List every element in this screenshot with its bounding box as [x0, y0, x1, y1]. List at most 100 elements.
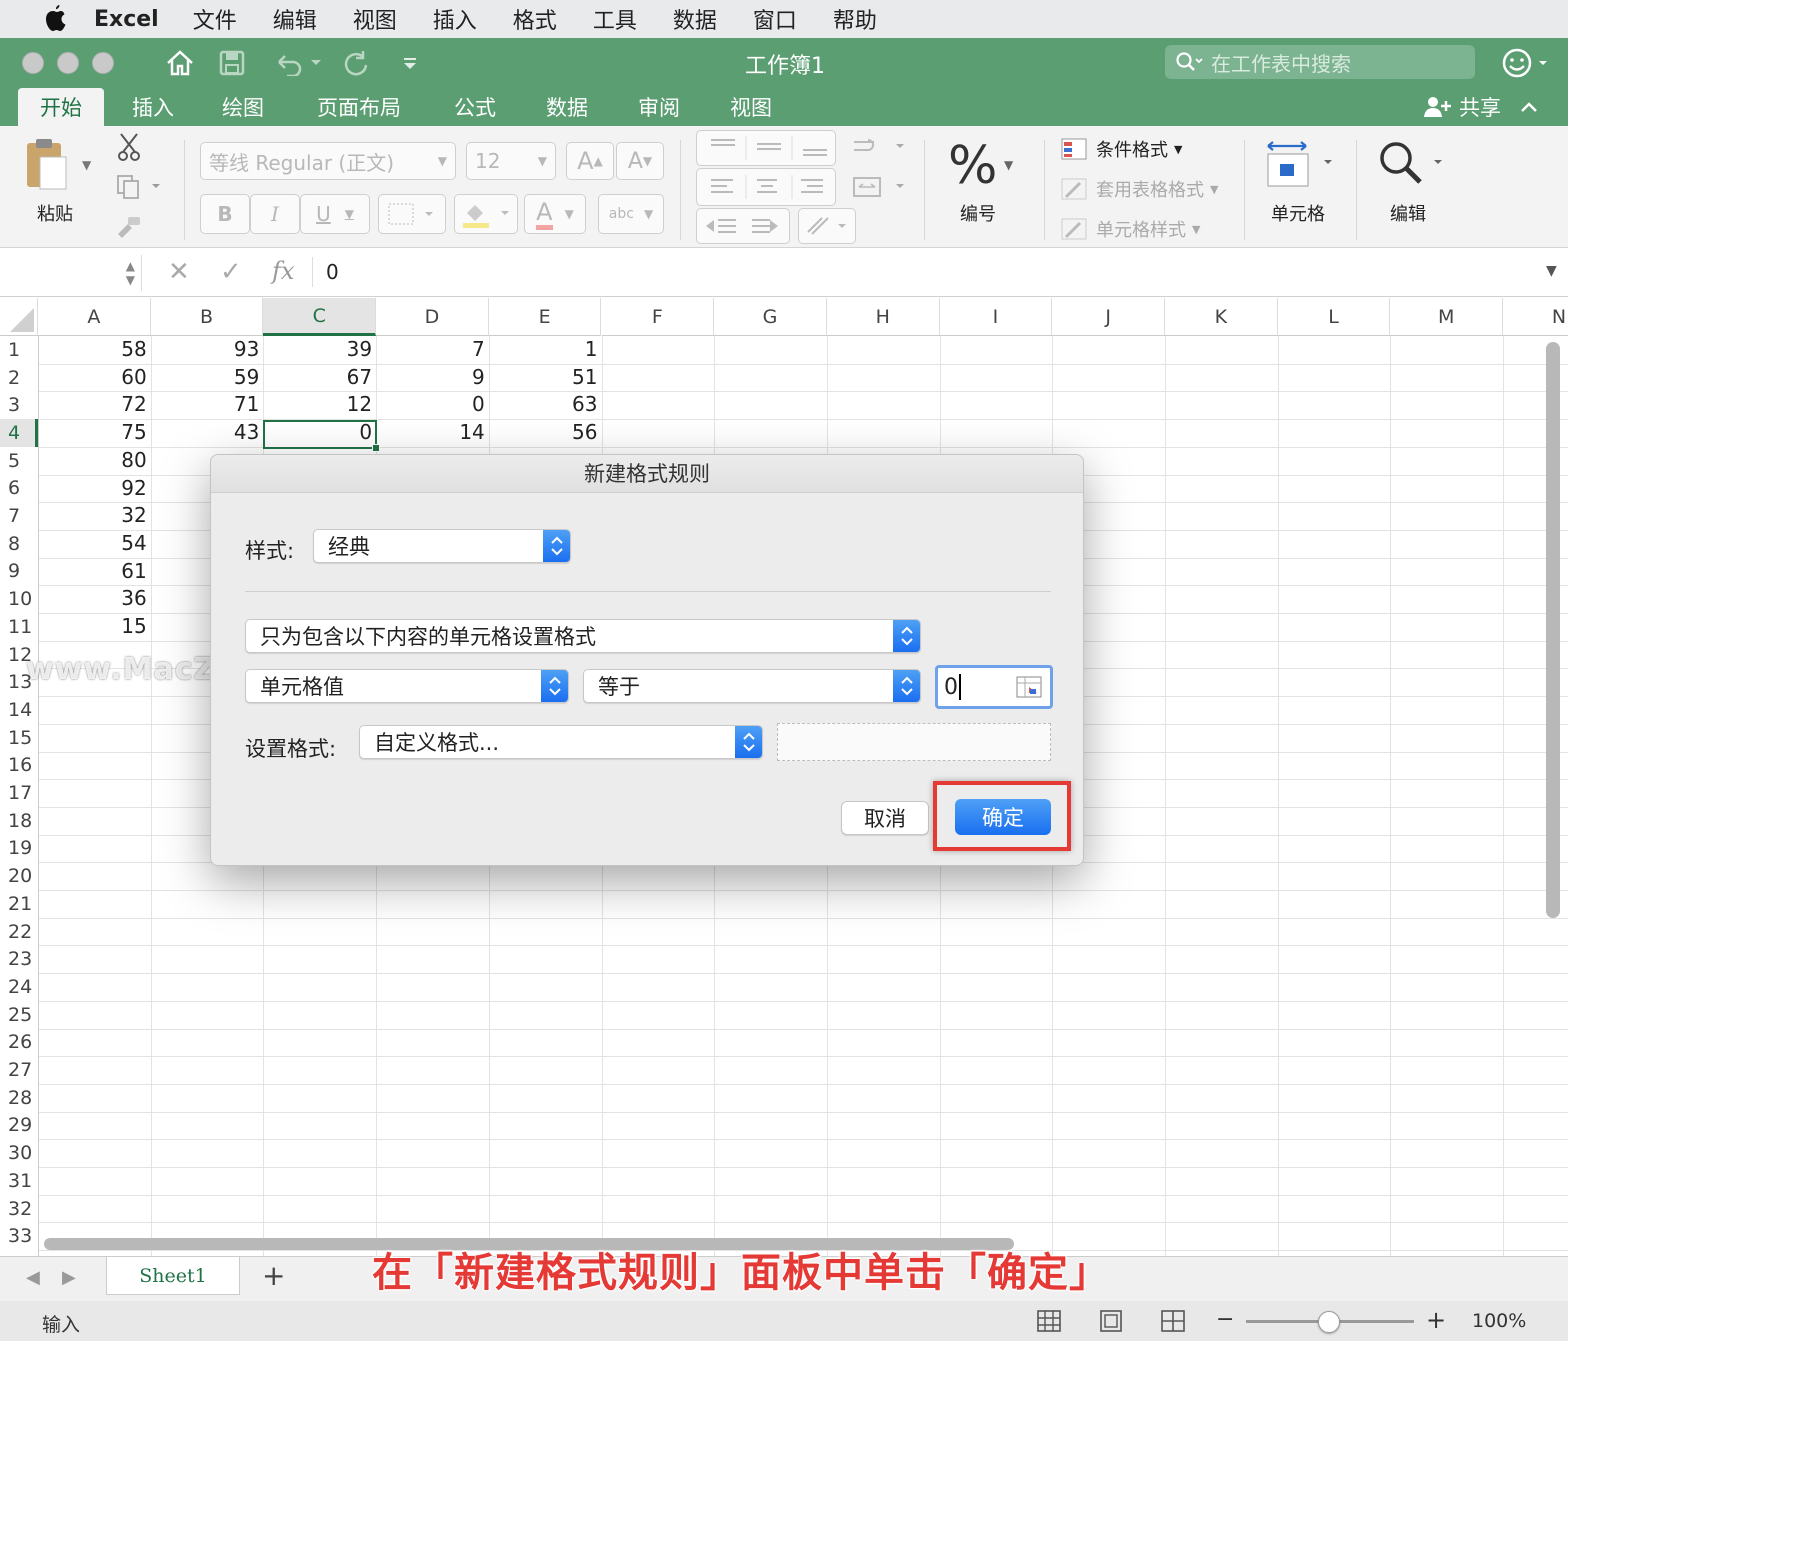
- row-header-26[interactable]: 26: [0, 1029, 38, 1057]
- collapse-ribbon-icon[interactable]: [1514, 88, 1544, 126]
- cell-c3[interactable]: 12: [263, 391, 376, 419]
- borders-button[interactable]: [378, 194, 446, 234]
- row-header-2[interactable]: 2: [0, 364, 38, 392]
- row-header-17[interactable]: 17: [0, 779, 38, 807]
- fill-handle[interactable]: [372, 444, 380, 452]
- cell-a4[interactable]: 75: [38, 419, 151, 447]
- menu-app-excel[interactable]: Excel: [94, 7, 159, 32]
- horizontal-align-buttons[interactable]: [696, 168, 836, 206]
- row-header-14[interactable]: 14: [0, 696, 38, 724]
- apple-menu-icon[interactable]: [36, 4, 76, 34]
- row-header-28[interactable]: 28: [0, 1084, 38, 1112]
- cell-d4[interactable]: 14: [376, 419, 489, 447]
- share-button[interactable]: 共享: [1416, 88, 1508, 126]
- bold-button[interactable]: B: [200, 194, 250, 234]
- active-cell-c4[interactable]: [263, 420, 377, 449]
- zoom-level[interactable]: 100%: [1472, 1310, 1526, 1332]
- fill-color-button[interactable]: [454, 194, 518, 234]
- cancel-formula-icon[interactable]: ✕: [168, 257, 190, 287]
- row-header-27[interactable]: 27: [0, 1056, 38, 1084]
- font-size-select[interactable]: 12 ▼: [466, 142, 556, 180]
- name-box[interactable]: ▲ ▼: [4, 255, 142, 291]
- style-select[interactable]: 经典: [313, 529, 571, 563]
- cell-value-select[interactable]: 单元格值: [245, 669, 569, 703]
- column-header-b[interactable]: B: [150, 298, 264, 336]
- cell-e4[interactable]: 56: [489, 419, 602, 447]
- cell-a9[interactable]: 61: [38, 558, 151, 586]
- cell-a11[interactable]: 15: [38, 613, 151, 641]
- column-header-g[interactable]: G: [714, 298, 827, 336]
- rule-type-select[interactable]: 只为包含以下内容的单元格设置格式: [245, 619, 921, 653]
- cut-scissors-icon[interactable]: [116, 132, 142, 166]
- ok-button[interactable]: 确定: [955, 799, 1051, 835]
- wrap-text-icon[interactable]: [850, 136, 906, 166]
- row-header-1[interactable]: 1: [0, 336, 38, 364]
- row-header-22[interactable]: 22: [0, 918, 38, 946]
- cancel-button[interactable]: 取消: [841, 801, 929, 835]
- cell-a6[interactable]: 92: [38, 475, 151, 503]
- cell-e1[interactable]: 1: [489, 336, 602, 364]
- undo-icon[interactable]: [268, 44, 324, 82]
- column-header-j[interactable]: J: [1052, 298, 1165, 336]
- column-header-e[interactable]: E: [488, 298, 602, 336]
- row-header-3[interactable]: 3: [0, 391, 38, 419]
- cell-styles-button[interactable]: 单元格样式 ▼: [1060, 216, 1200, 242]
- cell-c2[interactable]: 67: [263, 364, 376, 392]
- customize-toolbar-icon[interactable]: [396, 44, 424, 82]
- column-header-a[interactable]: A: [38, 298, 151, 336]
- column-header-l[interactable]: L: [1277, 298, 1391, 336]
- number-format-dropdown-icon[interactable]: ▼: [1004, 158, 1013, 172]
- tab-page-layout[interactable]: 页面布局: [302, 88, 416, 126]
- copy-icon[interactable]: [116, 174, 160, 204]
- font-color-button[interactable]: A ▼: [524, 194, 586, 234]
- grow-font-button[interactable]: A ▲: [566, 142, 614, 180]
- row-header-20[interactable]: 20: [0, 862, 38, 890]
- conditional-format-button[interactable]: 条件格式 ▼: [1060, 136, 1182, 162]
- row-header-6[interactable]: 6: [0, 475, 38, 503]
- row-header-4[interactable]: 4: [0, 419, 38, 447]
- cell-e2[interactable]: 51: [489, 364, 602, 392]
- cell-a10[interactable]: 36: [38, 585, 151, 613]
- zoom-out-button[interactable]: −: [1216, 1307, 1234, 1332]
- row-header-33[interactable]: 33: [0, 1222, 38, 1250]
- row-header-18[interactable]: 18: [0, 807, 38, 835]
- format-painter-icon[interactable]: [114, 214, 142, 242]
- paste-dropdown-icon[interactable]: ▼: [82, 158, 91, 172]
- cell-b4[interactable]: 43: [151, 419, 264, 447]
- cell-c1[interactable]: 39: [263, 336, 376, 364]
- insert-function-icon[interactable]: fx: [272, 257, 294, 285]
- format-with-select[interactable]: 自定义格式...: [359, 725, 763, 759]
- enter-formula-icon[interactable]: ✓: [220, 257, 242, 287]
- row-header-11[interactable]: 11: [0, 613, 38, 641]
- scroll-sheets-left-icon[interactable]: ◀: [26, 1267, 40, 1288]
- indent-buttons[interactable]: [696, 208, 790, 244]
- row-header-16[interactable]: 16: [0, 752, 38, 780]
- vertical-scrollbar[interactable]: [1546, 342, 1560, 918]
- tab-draw[interactable]: 绘图: [208, 88, 278, 126]
- row-header-5[interactable]: 5: [0, 447, 38, 475]
- row-header-8[interactable]: 8: [0, 530, 38, 558]
- tab-insert[interactable]: 插入: [118, 88, 188, 126]
- select-all-corner[interactable]: [0, 298, 38, 336]
- row-header-10[interactable]: 10: [0, 585, 38, 613]
- menu-edit[interactable]: 编辑: [273, 3, 317, 35]
- shrink-font-button[interactable]: A ▼: [616, 142, 664, 180]
- row-header-30[interactable]: 30: [0, 1139, 38, 1167]
- row-header-29[interactable]: 29: [0, 1112, 38, 1140]
- column-header-f[interactable]: F: [601, 298, 715, 336]
- cell-b1[interactable]: 93: [151, 336, 264, 364]
- feedback-smiley-icon[interactable]: [1500, 44, 1552, 82]
- column-header-h[interactable]: H: [826, 298, 940, 336]
- row-header-25[interactable]: 25: [0, 1001, 38, 1029]
- cell-e3[interactable]: 63: [489, 391, 602, 419]
- orientation-button[interactable]: [798, 208, 856, 244]
- page-break-view-icon[interactable]: [1160, 1309, 1186, 1338]
- paste-clipboard-icon[interactable]: [24, 137, 70, 193]
- row-header-7[interactable]: 7: [0, 502, 38, 530]
- menu-file[interactable]: 文件: [193, 3, 237, 35]
- expand-formula-icon[interactable]: ▼: [1546, 263, 1557, 279]
- row-header-19[interactable]: 19: [0, 835, 38, 863]
- close-window-button[interactable]: [22, 52, 44, 74]
- value-input[interactable]: 0: [935, 665, 1053, 709]
- column-header-n[interactable]: N: [1503, 298, 1568, 336]
